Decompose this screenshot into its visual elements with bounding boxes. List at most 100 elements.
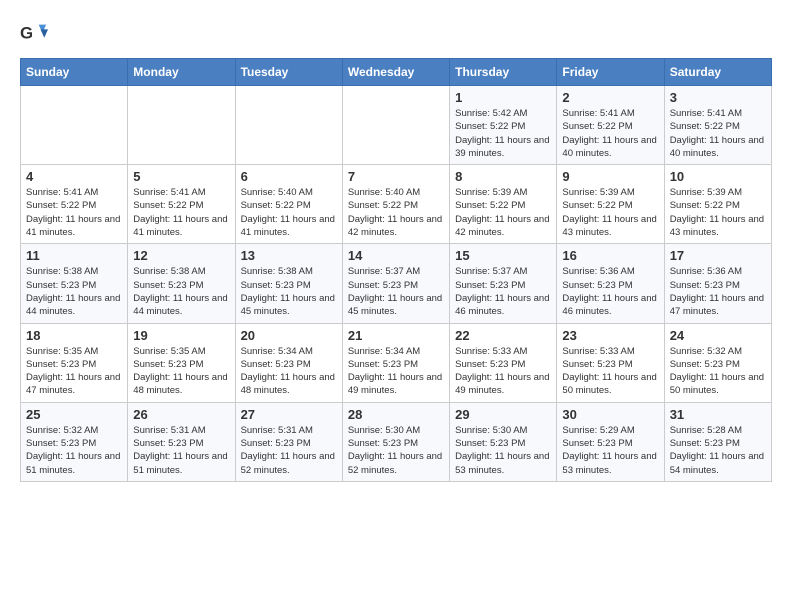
day-number: 8 (455, 169, 551, 184)
calendar-cell: 27 Sunrise: 5:31 AM Sunset: 5:23 PM Dayli… (235, 402, 342, 481)
day-number: 21 (348, 328, 444, 343)
calendar-cell: 20 Sunrise: 5:34 AM Sunset: 5:23 PM Dayli… (235, 323, 342, 402)
day-number: 9 (562, 169, 658, 184)
calendar-cell: 7 Sunrise: 5:40 AM Sunset: 5:22 PM Daylig… (342, 165, 449, 244)
day-number: 5 (133, 169, 229, 184)
day-detail: Sunrise: 5:34 AM Sunset: 5:23 PM Dayligh… (241, 345, 337, 398)
col-header-saturday: Saturday (664, 59, 771, 86)
day-detail: Sunrise: 5:32 AM Sunset: 5:23 PM Dayligh… (26, 424, 122, 477)
col-header-wednesday: Wednesday (342, 59, 449, 86)
calendar-week-row: 4Sunrise: 5:41 AM Sunset: 5:22 PM Daylig… (21, 165, 772, 244)
calendar-cell: 8 Sunrise: 5:39 AM Sunset: 5:22 PM Daylig… (450, 165, 557, 244)
day-number: 23 (562, 328, 658, 343)
calendar-cell: 5 Sunrise: 5:41 AM Sunset: 5:22 PM Daylig… (128, 165, 235, 244)
day-number: 28 (348, 407, 444, 422)
day-number: 24 (670, 328, 766, 343)
page-header: G (20, 20, 772, 48)
day-number: 2 (562, 90, 658, 105)
calendar-table: SundayMondayTuesdayWednesdayThursdayFrid… (20, 58, 772, 482)
calendar-cell: 14 Sunrise: 5:37 AM Sunset: 5:23 PM Dayli… (342, 244, 449, 323)
day-number: 11 (26, 248, 122, 263)
col-header-tuesday: Tuesday (235, 59, 342, 86)
col-header-monday: Monday (128, 59, 235, 86)
calendar-cell: 11Sunrise: 5:38 AM Sunset: 5:23 PM Dayli… (21, 244, 128, 323)
day-number: 27 (241, 407, 337, 422)
calendar-cell: 19Sunrise: 5:35 AM Sunset: 5:23 PM Dayli… (128, 323, 235, 402)
day-detail: Sunrise: 5:32 AM Sunset: 5:23 PM Dayligh… (670, 345, 766, 398)
calendar-week-row: 11 Sunrise: 5:38 AM Sunset: 5:23 PM Dayli… (21, 244, 772, 323)
day-number: 26 (133, 407, 229, 422)
calendar-cell: 30 Sunrise: 5:29 AM Sunset: 5:23 PM Dayli… (557, 402, 664, 481)
day-detail: Sunrise: 5:41 AM Sunset: 5:22 PM Dayligh… (670, 107, 766, 160)
day-detail: Sunrise: 5:36 AM Sunset: 5:23 PM Dayligh… (670, 265, 766, 318)
day-number: 3 (670, 90, 766, 105)
day-number: 1 (455, 90, 551, 105)
calendar-cell (342, 86, 449, 165)
calendar-cell: 1 Sunrise: 5:42 AM Sunset: 5:22 PM Daylig… (450, 86, 557, 165)
calendar-cell: 15 Sunrise: 5:37 AM Sunset: 5:23 PM Dayli… (450, 244, 557, 323)
day-detail: Sunrise: 5:39 AM Sunset: 5:22 PM Dayligh… (562, 186, 658, 239)
day-detail: Sunrise: 5:31 AM Sunset: 5:23 PM Dayligh… (133, 424, 229, 477)
calendar-cell: 23Sunrise: 5:33 AM Sunset: 5:23 PM Dayli… (557, 323, 664, 402)
calendar-week-row: 1 Sunrise: 5:42 AM Sunset: 5:22 PM Daylig… (21, 86, 772, 165)
calendar-cell: 10Sunrise: 5:39 AM Sunset: 5:22 PM Dayli… (664, 165, 771, 244)
day-detail: Sunrise: 5:30 AM Sunset: 5:23 PM Dayligh… (348, 424, 444, 477)
day-detail: Sunrise: 5:31 AM Sunset: 5:23 PM Dayligh… (241, 424, 337, 477)
day-number: 10 (670, 169, 766, 184)
svg-text:G: G (20, 24, 33, 43)
day-number: 7 (348, 169, 444, 184)
day-detail: Sunrise: 5:41 AM Sunset: 5:22 PM Dayligh… (26, 186, 122, 239)
day-number: 22 (455, 328, 551, 343)
day-number: 16 (562, 248, 658, 263)
calendar-cell: 3 Sunrise: 5:41 AM Sunset: 5:22 PM Daylig… (664, 86, 771, 165)
calendar-cell: 12 Sunrise: 5:38 AM Sunset: 5:23 PM Dayli… (128, 244, 235, 323)
calendar-cell: 29 Sunrise: 5:30 AM Sunset: 5:23 PM Dayli… (450, 402, 557, 481)
calendar-cell (21, 86, 128, 165)
calendar-cell (128, 86, 235, 165)
day-number: 12 (133, 248, 229, 263)
day-detail: Sunrise: 5:28 AM Sunset: 5:23 PM Dayligh… (670, 424, 766, 477)
day-detail: Sunrise: 5:37 AM Sunset: 5:23 PM Dayligh… (455, 265, 551, 318)
calendar-header-row: SundayMondayTuesdayWednesdayThursdayFrid… (21, 59, 772, 86)
day-detail: Sunrise: 5:35 AM Sunset: 5:23 PM Dayligh… (26, 345, 122, 398)
day-detail: Sunrise: 5:37 AM Sunset: 5:23 PM Dayligh… (348, 265, 444, 318)
day-detail: Sunrise: 5:41 AM Sunset: 5:22 PM Dayligh… (562, 107, 658, 160)
calendar-cell: 4Sunrise: 5:41 AM Sunset: 5:22 PM Daylig… (21, 165, 128, 244)
day-detail: Sunrise: 5:42 AM Sunset: 5:22 PM Dayligh… (455, 107, 551, 160)
calendar-cell: 6 Sunrise: 5:40 AM Sunset: 5:22 PM Daylig… (235, 165, 342, 244)
calendar-cell: 22Sunrise: 5:33 AM Sunset: 5:23 PM Dayli… (450, 323, 557, 402)
col-header-sunday: Sunday (21, 59, 128, 86)
logo: G (20, 20, 52, 48)
calendar-cell: 21Sunrise: 5:34 AM Sunset: 5:23 PM Dayli… (342, 323, 449, 402)
day-number: 25 (26, 407, 122, 422)
calendar-cell: 16 Sunrise: 5:36 AM Sunset: 5:23 PM Dayli… (557, 244, 664, 323)
calendar-cell: 28 Sunrise: 5:30 AM Sunset: 5:23 PM Dayli… (342, 402, 449, 481)
day-number: 30 (562, 407, 658, 422)
calendar-cell (235, 86, 342, 165)
calendar-week-row: 25 Sunrise: 5:32 AM Sunset: 5:23 PM Dayli… (21, 402, 772, 481)
calendar-cell: 31 Sunrise: 5:28 AM Sunset: 5:23 PM Dayli… (664, 402, 771, 481)
day-detail: Sunrise: 5:35 AM Sunset: 5:23 PM Dayligh… (133, 345, 229, 398)
day-detail: Sunrise: 5:36 AM Sunset: 5:23 PM Dayligh… (562, 265, 658, 318)
day-number: 14 (348, 248, 444, 263)
day-number: 29 (455, 407, 551, 422)
col-header-thursday: Thursday (450, 59, 557, 86)
day-number: 15 (455, 248, 551, 263)
day-number: 18 (26, 328, 122, 343)
day-number: 20 (241, 328, 337, 343)
calendar-cell: 18 Sunrise: 5:35 AM Sunset: 5:23 PM Dayli… (21, 323, 128, 402)
day-detail: Sunrise: 5:29 AM Sunset: 5:23 PM Dayligh… (562, 424, 658, 477)
day-number: 31 (670, 407, 766, 422)
calendar-cell: 26 Sunrise: 5:31 AM Sunset: 5:23 PM Dayli… (128, 402, 235, 481)
day-number: 6 (241, 169, 337, 184)
calendar-cell: 24 Sunrise: 5:32 AM Sunset: 5:23 PM Dayli… (664, 323, 771, 402)
day-detail: Sunrise: 5:30 AM Sunset: 5:23 PM Dayligh… (455, 424, 551, 477)
day-detail: Sunrise: 5:38 AM Sunset: 5:23 PM Dayligh… (133, 265, 229, 318)
calendar-cell: 25 Sunrise: 5:32 AM Sunset: 5:23 PM Dayli… (21, 402, 128, 481)
calendar-cell: 9 Sunrise: 5:39 AM Sunset: 5:22 PM Daylig… (557, 165, 664, 244)
day-detail: Sunrise: 5:39 AM Sunset: 5:22 PM Dayligh… (455, 186, 551, 239)
day-detail: Sunrise: 5:41 AM Sunset: 5:22 PM Dayligh… (133, 186, 229, 239)
col-header-friday: Friday (557, 59, 664, 86)
day-detail: Sunrise: 5:40 AM Sunset: 5:22 PM Dayligh… (348, 186, 444, 239)
day-detail: Sunrise: 5:40 AM Sunset: 5:22 PM Dayligh… (241, 186, 337, 239)
